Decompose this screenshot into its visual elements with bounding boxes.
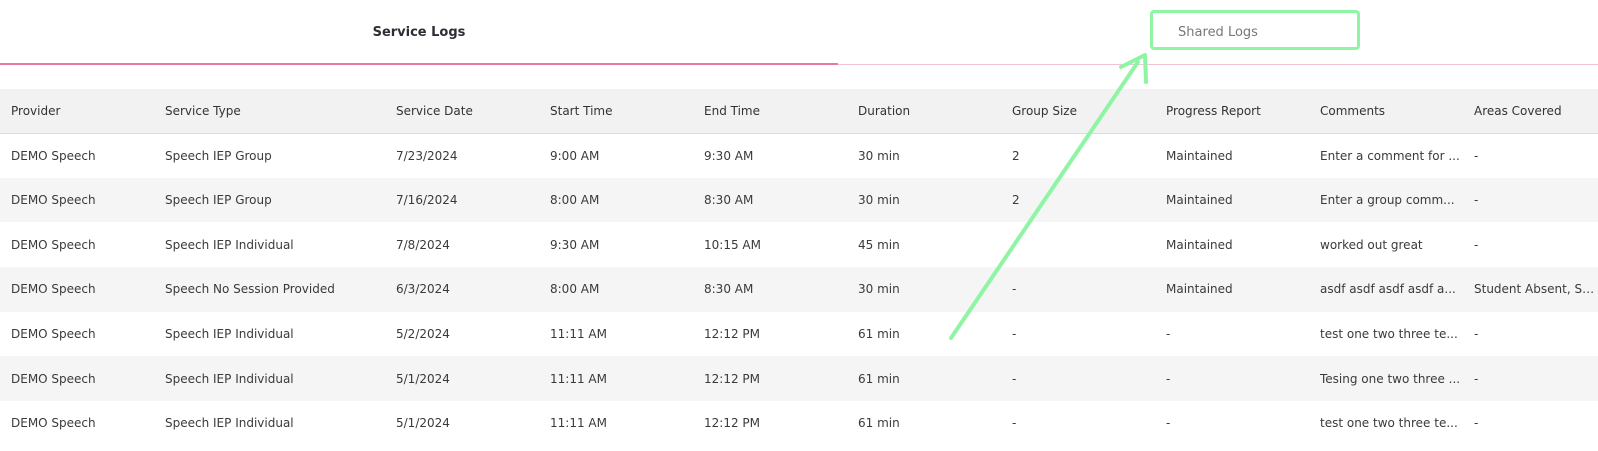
table-cell-group-size: -: [1012, 416, 1017, 431]
table-cell-end-time: 9:30 AM: [704, 148, 754, 163]
table-cell-start-time: 11:11 AM: [550, 416, 607, 431]
table-cell-progress-report: Maintained: [1166, 282, 1233, 297]
table-cell-progress-report: Maintained: [1166, 193, 1233, 208]
table-cell-service-date: 5/1/2024: [396, 416, 450, 431]
table-cell-provider: DEMO Speech: [11, 327, 96, 342]
table-cell-service-type: Speech No Session Provided: [165, 282, 335, 297]
table-cell-end-time: 8:30 AM: [704, 282, 754, 297]
table-cell-provider: DEMO Speech: [11, 193, 96, 208]
table-cell-comments: Enter a comment for ...: [1320, 148, 1460, 163]
column-header-service-type[interactable]: Service Type: [154, 89, 385, 133]
table-row[interactable]: DEMO Speech Speech IEP Individual 5/1/2024…: [0, 401, 1598, 446]
table-cell-progress-report: -: [1166, 371, 1171, 386]
table-cell-end-time: 12:12 PM: [704, 416, 760, 431]
table-cell-duration: 30 min: [858, 148, 900, 163]
table-cell-comments: worked out great: [1320, 237, 1423, 252]
table-cell-service-date: 7/16/2024: [396, 193, 458, 208]
table-cell-areas-covered: Student Absent, Stud...: [1474, 282, 1598, 297]
table-cell-end-time: 12:12 PM: [704, 327, 760, 342]
table-cell-areas-covered: -: [1474, 371, 1479, 386]
table-cell-provider: DEMO Speech: [11, 371, 96, 386]
column-header-progress-report[interactable]: Progress Report: [1155, 89, 1309, 133]
table-cell-provider: DEMO Speech: [11, 282, 96, 297]
table-cell-service-type: Speech IEP Individual: [165, 237, 294, 252]
table-cell-progress-report: -: [1166, 416, 1171, 431]
column-header-provider[interactable]: Provider: [0, 89, 154, 133]
table-cell-end-time: 10:15 AM: [704, 237, 761, 252]
table-cell-comments: test one two three te...: [1320, 327, 1458, 342]
table-cell-duration: 30 min: [858, 282, 900, 297]
table-cell-group-size: -: [1012, 371, 1017, 386]
column-header-duration[interactable]: Duration: [847, 89, 1001, 133]
column-header-service-date[interactable]: Service Date: [385, 89, 539, 133]
column-header-start-time[interactable]: Start Time: [539, 89, 693, 133]
table-cell-end-time: 12:12 PM: [704, 371, 760, 386]
table-cell-comments: Tesing one two three ...: [1320, 371, 1461, 386]
table-cell-duration: 61 min: [858, 371, 900, 386]
table-row[interactable]: DEMO Speech Speech IEP Group 7/16/2024 8:00…: [0, 177, 1598, 223]
table-cell-start-time: 11:11 AM: [550, 371, 607, 386]
table-row[interactable]: DEMO Speech Speech IEP Group 7/23/2024 9:00…: [0, 133, 1598, 178]
table-cell-duration: 45 min: [858, 237, 900, 252]
table-cell-start-time: 8:00 AM: [550, 282, 600, 297]
column-header-group-size[interactable]: Group Size: [1001, 89, 1155, 133]
table-cell-areas-covered: -: [1474, 416, 1479, 431]
table-cell-start-time: 9:00 AM: [550, 148, 600, 163]
table-cell-service-date: 7/8/2024: [396, 237, 450, 252]
table-cell-service-date: 5/1/2024: [396, 371, 450, 386]
table-cell-duration: 61 min: [858, 416, 900, 431]
table-cell-group-size: -: [1012, 237, 1017, 252]
table-cell-group-size: -: [1012, 327, 1017, 342]
table-cell-end-time: 8:30 AM: [704, 193, 754, 208]
table-cell-service-date: 5/2/2024: [396, 327, 450, 342]
table-cell-duration: 61 min: [858, 327, 900, 342]
table-row[interactable]: DEMO Speech Speech IEP Individual 5/2/2024…: [0, 312, 1598, 357]
table-cell-progress-report: Maintained: [1166, 237, 1233, 252]
table-row[interactable]: DEMO Speech Speech No Session Provided 6/3…: [0, 267, 1598, 312]
tab-shared-logs[interactable]: Shared Logs: [838, 0, 1598, 64]
table-cell-start-time: 8:00 AM: [550, 193, 600, 208]
table-cell-provider: DEMO Speech: [11, 148, 96, 163]
table-cell-group-size: -: [1012, 282, 1017, 297]
table-cell-areas-covered: -: [1474, 193, 1479, 208]
table-cell-service-type: Speech IEP Individual: [165, 371, 294, 386]
active-tab-indicator: [0, 63, 838, 65]
service-logs-table: Provider Service Type Service Date Start Ti…: [0, 89, 1598, 446]
table-header-row: Provider Service Type Service Date Start Ti…: [0, 89, 1598, 133]
table-cell-progress-report: Maintained: [1166, 148, 1233, 163]
table-cell-areas-covered: -: [1474, 148, 1479, 163]
table-cell-duration: 30 min: [858, 193, 900, 208]
table-cell-comments: Enter a group comm...: [1320, 193, 1455, 208]
tab-bar: Service Logs Shared Logs: [0, 0, 1598, 67]
column-header-comments[interactable]: Comments: [1309, 89, 1463, 133]
table-cell-provider: DEMO Speech: [11, 237, 96, 252]
table-cell-service-type: Speech IEP Group: [165, 148, 272, 163]
table-cell-provider: DEMO Speech: [11, 416, 96, 431]
table-cell-service-date: 6/3/2024: [396, 282, 450, 297]
column-header-end-time[interactable]: End Time: [693, 89, 847, 133]
table-cell-service-type: Speech IEP Group: [165, 193, 272, 208]
tab-divider: [838, 64, 1598, 65]
table-cell-service-type: Speech IEP Individual: [165, 327, 294, 342]
tab-service-logs[interactable]: Service Logs: [0, 0, 838, 64]
table-cell-comments: asdf asdf asdf asdf a...: [1320, 282, 1456, 297]
table-cell-start-time: 11:11 AM: [550, 327, 607, 342]
table-cell-areas-covered: -: [1474, 327, 1479, 342]
table-body: DEMO Speech Speech IEP Group 7/23/2024 9:00…: [0, 133, 1598, 446]
table-row[interactable]: DEMO Speech Speech IEP Individual 5/1/2024…: [0, 356, 1598, 402]
column-header-areas-covered[interactable]: Areas Covered: [1463, 89, 1598, 133]
table-cell-areas-covered: -: [1474, 237, 1479, 252]
table-cell-group-size: 2: [1012, 148, 1020, 163]
table-cell-service-type: Speech IEP Individual: [165, 416, 294, 431]
table-cell-comments: test one two three te...: [1320, 416, 1458, 431]
table-cell-service-date: 7/23/2024: [396, 148, 458, 163]
table-cell-group-size: 2: [1012, 193, 1020, 208]
table-row[interactable]: DEMO Speech Speech IEP Individual 7/8/2024…: [0, 222, 1598, 267]
table-cell-progress-report: -: [1166, 327, 1171, 342]
table-cell-start-time: 9:30 AM: [550, 237, 600, 252]
